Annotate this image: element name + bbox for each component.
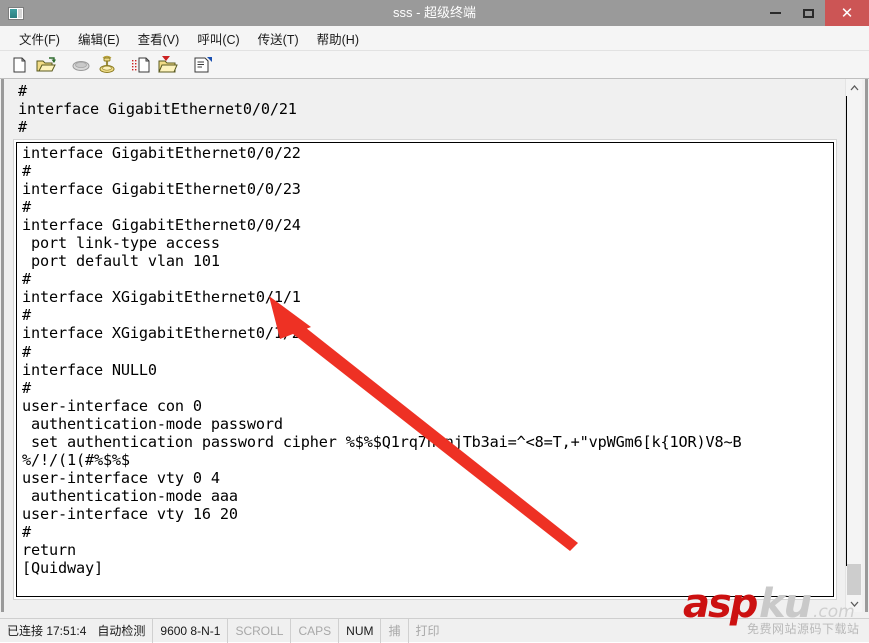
properties-button[interactable] (191, 53, 215, 77)
menu-transfer[interactable]: 传送(T) (249, 27, 308, 50)
toolbar (0, 51, 869, 79)
terminal-area: # interface GigabitEthernet0/0/21 # inte… (1, 79, 868, 612)
status-connection: 已连接 17:51:4 (7, 624, 87, 638)
terminal-line: interface GigabitEthernet0/0/22 (22, 144, 301, 162)
send-file-icon (132, 57, 150, 72)
chevron-up-icon (850, 84, 858, 90)
terminal-line: # (22, 522, 31, 541)
terminal-line: # (22, 306, 31, 325)
terminal-line: port default vlan 101 (22, 252, 220, 271)
menu-view[interactable]: 查看(V) (129, 27, 189, 50)
minimize-button[interactable] (759, 0, 792, 26)
terminal-line: # (18, 82, 27, 100)
close-button[interactable]: ✕ (825, 0, 869, 26)
terminal-line: interface GigabitEthernet0/0/24 (22, 216, 301, 235)
terminal-line: # (22, 270, 31, 289)
terminal-line: interface GigabitEthernet0/0/23 (22, 180, 301, 199)
receive-file-button[interactable] (156, 53, 180, 77)
chevron-down-icon (850, 601, 858, 607)
terminal-line: interface XGigabitEthernet0/1/1 (22, 288, 301, 307)
window-controls: ✕ (759, 0, 869, 26)
terminal-line: # (22, 198, 31, 217)
terminal-line: # (22, 342, 31, 361)
properties-icon (194, 56, 212, 72)
terminal-line: user-interface con 0 (22, 396, 202, 415)
terminal-line: # (18, 118, 27, 137)
terminal-line: user-interface vty 0 4 (22, 468, 220, 487)
terminal-output-panel[interactable]: interface GigabitEthernet0/0/22 # interf… (16, 142, 834, 597)
status-bar: 已连接 17:51:4 自动检测 9600 8-N-1 SCROLL CAPS … (0, 618, 869, 643)
terminal-line: user-interface vty 16 20 (22, 504, 238, 523)
menu-edit[interactable]: 编辑(E) (69, 27, 129, 50)
hyperterminal-icon (5, 2, 27, 24)
status-num: NUM (339, 618, 382, 643)
vertical-scrollbar[interactable] (845, 79, 862, 612)
menu-call[interactable]: 呼叫(C) (188, 27, 248, 50)
terminal-line: # (22, 162, 31, 181)
terminal-line: interface GigabitEthernet0/0/21 (18, 100, 297, 119)
connect-phone-icon (99, 55, 115, 73)
disconnect-phone-icon (72, 60, 90, 71)
status-capture: 捕 (381, 618, 409, 643)
terminal-line: port link-type access (22, 234, 220, 253)
menu-help[interactable]: 帮助(H) (308, 27, 368, 50)
terminal-top-lines: # interface GigabitEthernet0/0/21 # (18, 82, 818, 136)
hyperterminal-window: sss - 超级终端 ✕ 文件(F) 编辑(E) 查看(V) 呼叫(C) 传送(… (0, 0, 869, 643)
close-icon: ✕ (840, 5, 854, 22)
window-title: sss - 超级终端 (392, 5, 477, 20)
toolbar-separator-2 (121, 53, 130, 77)
new-document-button[interactable] (8, 53, 32, 77)
open-folder-button[interactable] (34, 53, 58, 77)
maximize-icon (803, 8, 814, 18)
status-print: 打印 (415, 624, 440, 638)
status-line-settings: 9600 8-N-1 (153, 618, 229, 643)
terminal-output-text: interface GigabitEthernet0/0/22 # interf… (22, 144, 828, 577)
receive-file-icon (158, 55, 178, 72)
terminal-line: return (22, 541, 76, 560)
terminal-line: authentication-mode password (22, 414, 283, 433)
title-bar: sss - 超级终端 ✕ (0, 0, 869, 26)
toolbar-separator-3 (182, 53, 191, 77)
terminal-line: authentication-mode aaa (22, 486, 238, 505)
terminal-line: set authentication password cipher %$%$Q… (22, 432, 742, 451)
disconnect-phone-button[interactable] (69, 53, 93, 77)
menu-bar: 文件(F) 编辑(E) 查看(V) 呼叫(C) 传送(T) 帮助(H) (0, 26, 869, 51)
terminal-scroll-region: # interface GigabitEthernet0/0/21 # inte… (4, 79, 845, 612)
status-caps: CAPS (291, 618, 340, 643)
connect-phone-button[interactable] (95, 53, 119, 77)
scroll-up-button[interactable] (846, 79, 862, 96)
scroll-down-button[interactable] (846, 595, 862, 612)
minimize-icon (770, 12, 781, 14)
terminal-line: [Quidway] (22, 559, 103, 578)
toolbar-separator-1 (60, 53, 69, 77)
scrollbar-thumb[interactable] (847, 564, 861, 595)
terminal-line: interface NULL0 (22, 360, 157, 379)
maximize-button[interactable] (792, 0, 825, 26)
status-detect: 自动检测 (90, 618, 154, 643)
terminal-line: # (22, 378, 31, 397)
send-file-button[interactable] (130, 53, 154, 77)
new-document-icon (13, 57, 26, 72)
status-scroll: SCROLL (228, 618, 292, 643)
terminal-line: %/!/(1(#%$%$ (22, 450, 130, 469)
terminal-line: interface XGigabitEthernet0/1/2 (22, 324, 301, 343)
scrollbar-track-line (846, 96, 847, 566)
open-folder-icon (36, 56, 56, 71)
menu-file[interactable]: 文件(F) (10, 27, 69, 50)
